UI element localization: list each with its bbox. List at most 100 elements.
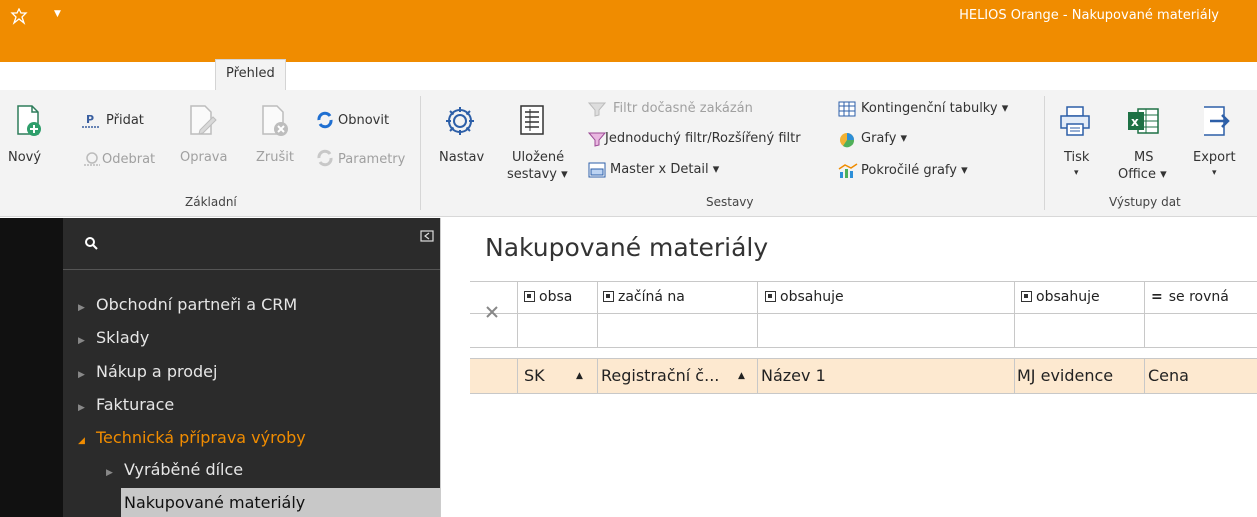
tab-akce-tpv[interactable]: Akce(TPV)	[310, 62, 396, 90]
sidebar-item-label: Nakupované materiály	[124, 493, 306, 512]
parametry-button[interactable]: Parametry	[338, 152, 405, 167]
column-header-sk[interactable]: SK	[524, 366, 545, 385]
chevron-right-icon: ▶	[78, 370, 85, 380]
filter-contains-icon	[524, 291, 535, 302]
sidebar-item-obchodni-partneri[interactable]: ▶ Obchodní partneři a CRM	[78, 295, 297, 314]
edit-icon[interactable]	[188, 104, 218, 141]
sidebar-item-label: Obchodní partneři a CRM	[96, 295, 298, 314]
printer-icon[interactable]	[1058, 104, 1092, 141]
oprava-button[interactable]: Oprava	[180, 150, 227, 165]
add-icon[interactable]: P	[80, 112, 102, 133]
filter-contains-icon	[1021, 291, 1032, 302]
pridat-button[interactable]: Přidat	[106, 113, 144, 128]
odebrat-button[interactable]: Odebrat	[102, 152, 155, 167]
sidebar-item-label: Technická příprava výroby	[96, 428, 306, 447]
sidebar-gutter	[440, 218, 470, 517]
column-divider	[1014, 358, 1015, 394]
clear-filter-icon[interactable]	[485, 305, 499, 322]
filter-operator-registracni[interactable]: začíná na	[603, 289, 755, 305]
ms-office-button-line1[interactable]: MS	[1134, 150, 1153, 165]
export-dropdown-icon[interactable]: ▾	[1212, 168, 1217, 178]
filter-input-registracni[interactable]	[599, 316, 756, 346]
ribbon: Nový P Přidat Odebrat Oprava Zrušit Obno…	[0, 90, 1257, 217]
parameters-icon[interactable]	[315, 148, 335, 171]
column-divider	[1014, 281, 1015, 348]
ribbon-separator	[1044, 96, 1045, 210]
chevron-right-icon: ▶	[78, 336, 85, 346]
ms-office-button-line2[interactable]: Office ▾	[1118, 167, 1167, 182]
sidebar-item-label: Vyráběné dílce	[124, 460, 244, 479]
column-divider	[1144, 358, 1145, 394]
filtr-docasne-button[interactable]: Filtr dočasně zakázán	[613, 101, 753, 116]
column-header-mj-evidence[interactable]: MJ evidence	[1017, 366, 1113, 385]
master-detail-button[interactable]: Master x Detail ▾	[610, 162, 719, 177]
filter-starts-with-icon	[603, 291, 614, 302]
excel-icon[interactable]: x	[1126, 104, 1160, 141]
sidebar-item-vyrabene-dilce[interactable]: ▶ Vyráběné dílce	[106, 460, 243, 479]
grafy-button[interactable]: Grafy ▾	[861, 131, 907, 146]
column-divider	[757, 358, 758, 394]
pie-chart-icon[interactable]	[838, 131, 856, 152]
ulozene-button-line1[interactable]: Uložené	[512, 150, 564, 165]
obnovit-button[interactable]: Obnovit	[338, 113, 389, 128]
tab-system[interactable]: Systém	[487, 62, 555, 90]
tab-prehled[interactable]: Přehled	[215, 59, 286, 90]
sidebar-item-technicka-priprava[interactable]: ◢ Technická příprava výroby	[78, 428, 306, 447]
export-button[interactable]: Export	[1193, 150, 1236, 165]
column-header-cena[interactable]: Cena	[1148, 366, 1189, 385]
filter-icon[interactable]	[587, 131, 607, 150]
quick-access-dropdown-icon[interactable]: ▼	[54, 9, 61, 19]
collapse-sidebar-icon[interactable]	[420, 230, 434, 245]
filter-operator-sk[interactable]: obsa	[524, 289, 597, 305]
filter-input-nazev[interactable]	[759, 316, 1013, 346]
filter-input-sk[interactable]	[519, 316, 596, 346]
settings-gear-icon[interactable]	[443, 104, 477, 141]
cancel-icon[interactable]	[260, 104, 290, 141]
filter-operator-mj[interactable]: obsahuje	[1021, 289, 1143, 305]
saved-reports-icon[interactable]	[518, 104, 546, 141]
remove-icon[interactable]	[82, 150, 102, 171]
column-divider	[517, 358, 518, 394]
sidebar-search[interactable]	[63, 218, 440, 270]
sidebar-item-fakturace[interactable]: ▶ Fakturace	[78, 395, 174, 414]
tab-automat[interactable]: Automat	[128, 62, 204, 90]
refresh-icon[interactable]	[315, 110, 335, 133]
kontingencni-button[interactable]: Kontingenční tabulky ▾	[861, 101, 1008, 116]
new-document-icon[interactable]	[15, 104, 43, 141]
column-divider	[597, 358, 598, 394]
jednoduchy-filtr-button[interactable]: Jednoduchý filtr/Rozšířený filtr	[605, 131, 801, 146]
column-divider	[517, 281, 518, 348]
tisk-dropdown-icon[interactable]: ▾	[1074, 168, 1079, 178]
pokrocile-grafy-button[interactable]: Pokročilé grafy ▾	[861, 163, 968, 178]
sidebar-item-sklady[interactable]: ▶ Sklady	[78, 328, 149, 347]
search-icon[interactable]	[84, 236, 98, 253]
sidebar-item-nakupovane-materialy[interactable]: Nakupované materiály	[124, 493, 305, 512]
zrusit-button[interactable]: Zrušit	[256, 150, 294, 165]
filter-contains-icon	[765, 291, 776, 302]
column-divider	[1144, 281, 1145, 348]
group-label-vystupy: Výstupy dat	[1109, 195, 1181, 209]
sort-ascending-icon[interactable]: ▲	[738, 371, 745, 381]
tisk-button[interactable]: Tisk	[1064, 150, 1089, 165]
filter-input-mj[interactable]	[1016, 316, 1143, 346]
filter-operator-cena[interactable]: = se rovná	[1151, 289, 1257, 305]
sidebar-item-nakup-a-prodej[interactable]: ▶ Nákup a prodej	[78, 362, 217, 381]
column-header-registracni[interactable]: Registrační č...	[601, 366, 719, 385]
tab-helios[interactable]: HELIOS	[57, 62, 125, 90]
advanced-charts-icon[interactable]	[838, 163, 858, 182]
sort-ascending-icon[interactable]: ▲	[576, 371, 583, 381]
svg-text:P: P	[86, 113, 94, 126]
master-detail-icon[interactable]	[588, 162, 606, 181]
novy-button[interactable]: Nový	[8, 150, 41, 165]
pivot-table-icon[interactable]	[838, 101, 856, 120]
export-icon[interactable]	[1198, 104, 1232, 141]
ulozene-button-line2[interactable]: sestavy ▾	[507, 167, 568, 182]
column-header-nazev[interactable]: Název 1	[761, 366, 826, 385]
nastav-button[interactable]: Nastav	[439, 150, 484, 165]
group-label-sestavy: Sestavy	[706, 195, 754, 209]
filter-input-cena[interactable]	[1146, 316, 1256, 346]
tab-akce[interactable]: Akce	[417, 62, 469, 90]
filter-disabled-icon[interactable]	[587, 101, 607, 120]
window-title: HELIOS Orange - Nakupované materiály	[959, 8, 1219, 23]
filter-operator-nazev[interactable]: obsahuje	[765, 289, 1010, 305]
